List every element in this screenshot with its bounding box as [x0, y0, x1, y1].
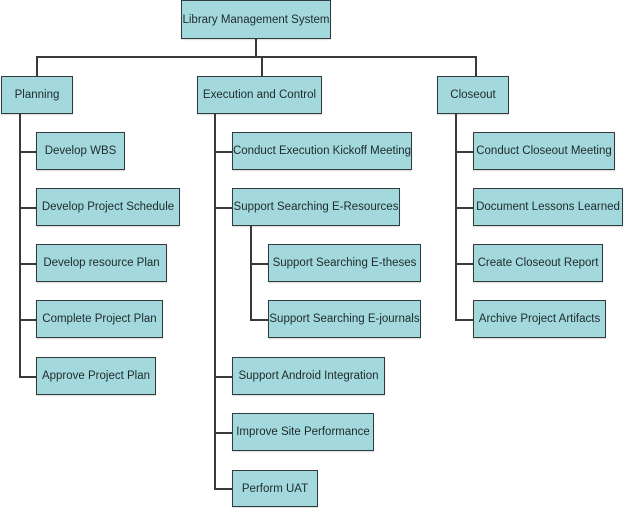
task-conduct-execution-kickoff-meeting[interactable]: Conduct Execution Kickoff Meeting: [232, 132, 412, 170]
connector-execution-task: [214, 151, 232, 153]
task-complete-project-plan[interactable]: Complete Project Plan: [36, 300, 163, 338]
connector-planning-task: [19, 319, 36, 321]
task-approve-project-plan[interactable]: Approve Project Plan: [36, 357, 156, 395]
connector-to-execution: [261, 56, 263, 76]
task-archive-project-artifacts[interactable]: Archive Project Artifacts: [473, 300, 606, 338]
connector-planning-task: [19, 207, 36, 209]
task-develop-resource-plan[interactable]: Develop resource Plan: [36, 244, 167, 282]
connector-root-down: [255, 39, 257, 57]
task-create-closeout-report[interactable]: Create Closeout Report: [473, 244, 603, 282]
connector-eresources-spine: [250, 226, 252, 320]
root-node[interactable]: Library Management System: [181, 0, 331, 39]
connector-execution-task: [214, 207, 232, 209]
subtask-support-searching-e-journals[interactable]: Support Searching E-journals: [268, 300, 421, 338]
connector-eresources-subtask: [250, 319, 268, 321]
task-improve-site-performance[interactable]: Improve Site Performance: [232, 413, 374, 451]
task-perform-uat[interactable]: Perform UAT: [232, 470, 318, 507]
connector-closeout-task: [455, 263, 473, 265]
task-conduct-closeout-meeting[interactable]: Conduct Closeout Meeting: [473, 132, 615, 170]
task-document-lessons-learned[interactable]: Document Lessons Learned: [473, 188, 623, 226]
connector-planning-task: [19, 263, 36, 265]
task-develop-project-schedule[interactable]: Develop Project Schedule: [36, 188, 180, 226]
phase-closeout[interactable]: Closeout: [437, 76, 509, 114]
connector-planning-task: [19, 151, 36, 153]
connector-closeout-spine: [455, 113, 457, 320]
task-develop-wbs[interactable]: Develop WBS: [36, 132, 125, 170]
task-support-searching-e-resources[interactable]: Support Searching E-Resources: [232, 188, 400, 226]
connector-closeout-task: [455, 319, 473, 321]
phase-execution-and-control[interactable]: Execution and Control: [197, 76, 322, 114]
connector-execution-task: [214, 376, 232, 378]
connector-phase-bar: [36, 56, 476, 58]
connector-eresources-subtask: [250, 263, 268, 265]
connector-to-planning: [36, 56, 38, 76]
connector-to-closeout: [475, 56, 477, 76]
connector-planning-task: [19, 376, 36, 378]
connector-planning-spine: [19, 113, 21, 377]
connector-execution-task: [214, 488, 232, 490]
phase-planning[interactable]: Planning: [1, 76, 73, 114]
connector-closeout-task: [455, 207, 473, 209]
task-support-android-integration[interactable]: Support Android Integration: [232, 357, 385, 395]
subtask-support-searching-e-theses[interactable]: Support Searching E-theses: [268, 244, 421, 282]
connector-execution-task: [214, 432, 232, 434]
connector-closeout-task: [455, 151, 473, 153]
